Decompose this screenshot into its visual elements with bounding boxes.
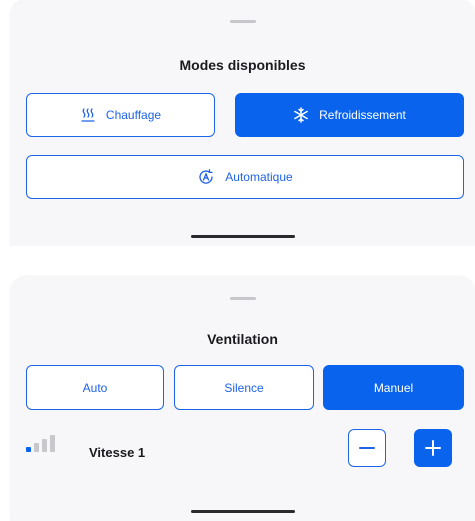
auto-mode-icon — [197, 168, 215, 186]
ventilation-sheet: Ventilation Auto Silence Manuel Vitesse … — [10, 277, 475, 521]
mode-refroidissement-button[interactable]: Refroidissement — [235, 93, 464, 137]
mode-chauffage-button[interactable]: Chauffage — [26, 93, 215, 137]
drag-handle[interactable] — [229, 20, 256, 23]
mode-automatique-button[interactable]: Automatique — [26, 155, 464, 199]
ventilation-silence-label: Silence — [224, 380, 264, 395]
mode-chauffage-label: Chauffage — [105, 108, 162, 122]
speed-label: Vitesse 1 — [89, 445, 146, 460]
drag-handle[interactable] — [229, 297, 256, 300]
plus-icon — [424, 439, 442, 457]
increase-speed-button[interactable] — [414, 429, 452, 467]
modes-sheet: Modes disponibles Chauffage Refroidissem… — [10, 0, 475, 246]
ventilation-title: Ventilation — [207, 331, 278, 347]
speed-bar — [34, 443, 39, 452]
speed-bar — [26, 447, 31, 452]
ventilation-manuel-button[interactable]: Manuel — [323, 365, 464, 410]
ventilation-auto-label: Auto — [82, 380, 108, 395]
heat-waves-icon — [80, 107, 96, 123]
speed-bar — [42, 439, 47, 452]
mode-automatique-label: Automatique — [225, 170, 293, 184]
home-indicator — [190, 235, 295, 238]
home-indicator — [190, 510, 295, 513]
decrease-speed-button[interactable] — [348, 429, 386, 467]
mode-refroidissement-label: Refroidissement — [319, 108, 406, 122]
fan-speed-bars-icon — [26, 435, 55, 452]
ventilation-manuel-label: Manuel — [373, 380, 414, 395]
snowflake-icon — [293, 107, 309, 123]
ventilation-auto-button[interactable]: Auto — [26, 365, 164, 410]
ventilation-silence-button[interactable]: Silence — [174, 365, 314, 410]
speed-bar — [50, 435, 55, 452]
minus-icon — [358, 439, 376, 457]
modes-title: Modes disponibles — [179, 57, 306, 73]
